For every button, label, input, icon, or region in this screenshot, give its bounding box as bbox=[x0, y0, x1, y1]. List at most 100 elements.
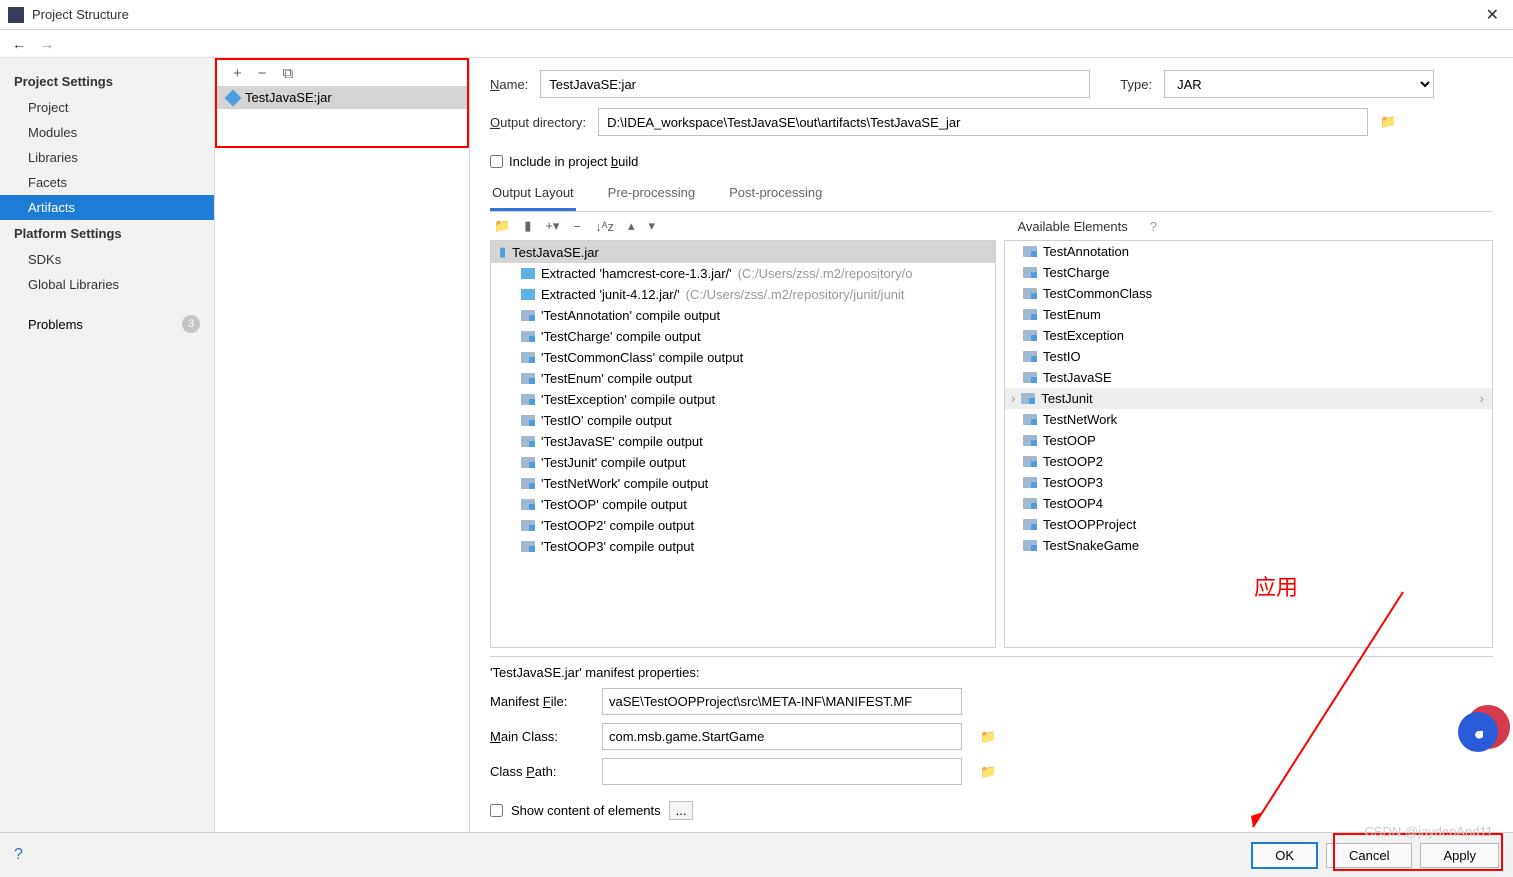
folder-icon bbox=[521, 499, 535, 510]
jar-icon bbox=[225, 89, 242, 106]
sidebar-item-problems[interactable]: Problems 3 bbox=[0, 309, 214, 339]
module-item[interactable]: TestAnnotation bbox=[1005, 241, 1492, 262]
tree-item[interactable]: Extracted 'junit-4.12.jar/' (C:/Users/zs… bbox=[491, 284, 995, 305]
module-icon bbox=[1021, 393, 1035, 404]
move-down-icon[interactable]: ▾ bbox=[648, 218, 655, 234]
module-item[interactable]: TestCharge bbox=[1005, 262, 1492, 283]
class-path-label: Class Path: bbox=[490, 764, 590, 779]
sidebar-item-global-libraries[interactable]: Global Libraries bbox=[0, 272, 214, 297]
sidebar-item-sdks[interactable]: SDKs bbox=[0, 247, 214, 272]
tree-item[interactable]: 'TestIO' compile output bbox=[491, 410, 995, 431]
folder-icon bbox=[521, 373, 535, 384]
tree-item[interactable]: 'TestOOP3' compile output bbox=[491, 536, 995, 557]
app-icon bbox=[8, 7, 24, 23]
module-item[interactable]: TestEnum bbox=[1005, 304, 1492, 325]
name-label: Name: bbox=[490, 77, 528, 92]
module-item[interactable]: TestException bbox=[1005, 325, 1492, 346]
help-icon[interactable]: ? bbox=[14, 846, 23, 864]
module-icon bbox=[1023, 288, 1037, 299]
module-item[interactable]: TestCommonClass bbox=[1005, 283, 1492, 304]
forward-arrow-icon[interactable]: → bbox=[38, 34, 56, 54]
module-icon bbox=[1023, 519, 1037, 530]
tree-item[interactable]: 'TestEnum' compile output bbox=[491, 368, 995, 389]
help-icon[interactable]: ? bbox=[1150, 219, 1157, 234]
close-icon[interactable]: ✕ bbox=[1480, 5, 1505, 25]
new-archive-icon[interactable]: ▮ bbox=[524, 218, 531, 234]
include-build-checkbox[interactable] bbox=[490, 155, 503, 168]
output-layout-tree[interactable]: ▮ TestJavaSE.jar Extracted 'hamcrest-cor… bbox=[490, 240, 996, 648]
module-item[interactable]: TestOOP4 bbox=[1005, 493, 1492, 514]
folder-icon bbox=[521, 331, 535, 342]
browse-class-path-icon[interactable]: 📁 bbox=[974, 762, 1002, 782]
artifact-list-panel: + − ⧉ TestJavaSE:jar bbox=[215, 58, 470, 832]
class-path-input[interactable] bbox=[602, 758, 962, 785]
main-class-input[interactable] bbox=[602, 723, 962, 750]
tree-item[interactable]: 'TestJavaSE' compile output bbox=[491, 431, 995, 452]
module-item[interactable]: TestIO bbox=[1005, 346, 1492, 367]
browse-main-class-icon[interactable]: 📁 bbox=[974, 727, 1002, 747]
artifact-item[interactable]: TestJavaSE:jar bbox=[217, 86, 467, 109]
folder-icon bbox=[521, 541, 535, 552]
tab-pre-processing[interactable]: Pre-processing bbox=[606, 179, 697, 211]
tree-item[interactable]: Extracted 'hamcrest-core-1.3.jar/' (C:/U… bbox=[491, 263, 995, 284]
module-item[interactable]: ›TestJunit› bbox=[1005, 388, 1492, 409]
module-item[interactable]: TestOOPProject bbox=[1005, 514, 1492, 535]
manifest-title: 'TestJavaSE.jar' manifest properties: bbox=[490, 665, 1493, 680]
tab-output-layout[interactable]: Output Layout bbox=[490, 179, 576, 211]
move-up-icon[interactable]: ▴ bbox=[628, 218, 635, 234]
output-directory-label: Output directory: bbox=[490, 115, 586, 130]
tree-item[interactable]: 'TestOOP2' compile output bbox=[491, 515, 995, 536]
ok-button[interactable]: OK bbox=[1251, 842, 1318, 869]
module-icon bbox=[1023, 309, 1037, 320]
copy-artifact-icon[interactable]: ⧉ bbox=[283, 65, 294, 82]
folder-icon bbox=[521, 352, 535, 363]
cancel-button[interactable]: Cancel bbox=[1326, 843, 1412, 868]
show-content-label: Show content of elements bbox=[511, 803, 661, 818]
artifact-item-label: TestJavaSE:jar bbox=[245, 90, 332, 105]
sort-icon[interactable]: ↓ᴬᴢ bbox=[595, 219, 614, 234]
tree-item[interactable]: 'TestCommonClass' compile output bbox=[491, 347, 995, 368]
sidebar-item-libraries[interactable]: Libraries bbox=[0, 145, 214, 170]
module-icon bbox=[1023, 414, 1037, 425]
tree-root[interactable]: ▮ TestJavaSE.jar bbox=[491, 241, 995, 263]
type-select[interactable]: JAR bbox=[1164, 70, 1434, 98]
module-item[interactable]: TestNetWork bbox=[1005, 409, 1492, 430]
module-icon bbox=[1023, 540, 1037, 551]
archive-icon: ▮ bbox=[499, 244, 506, 260]
module-item[interactable]: TestOOP2 bbox=[1005, 451, 1492, 472]
module-item[interactable]: TestOOP bbox=[1005, 430, 1492, 451]
back-arrow-icon[interactable]: ← bbox=[10, 34, 28, 54]
sidebar-item-project[interactable]: Project bbox=[0, 95, 214, 120]
sidebar-item-facets[interactable]: Facets bbox=[0, 170, 214, 195]
module-item[interactable]: TestSnakeGame bbox=[1005, 535, 1492, 556]
module-item[interactable]: TestJavaSE bbox=[1005, 367, 1492, 388]
show-content-config-button[interactable]: ... bbox=[669, 801, 694, 820]
new-folder-icon[interactable]: 📁 bbox=[494, 218, 510, 234]
folder-icon bbox=[521, 457, 535, 468]
apply-button[interactable]: Apply bbox=[1420, 843, 1499, 868]
add-copy-icon[interactable]: +▾ bbox=[545, 218, 559, 234]
watermark: CSDN @jaydenAnd11 bbox=[1364, 824, 1493, 839]
available-elements-label: Available Elements bbox=[1017, 219, 1467, 234]
output-directory-input[interactable] bbox=[598, 108, 1368, 136]
show-content-checkbox[interactable] bbox=[490, 804, 503, 817]
browse-output-icon[interactable]: 📁 bbox=[1380, 114, 1396, 130]
folder-icon bbox=[521, 436, 535, 447]
tree-item[interactable]: 'TestJunit' compile output bbox=[491, 452, 995, 473]
tab-post-processing[interactable]: Post-processing bbox=[727, 179, 824, 211]
remove-item-icon[interactable]: − bbox=[573, 219, 581, 234]
tree-item[interactable]: 'TestException' compile output bbox=[491, 389, 995, 410]
name-input[interactable] bbox=[540, 70, 1090, 98]
sidebar-item-modules[interactable]: Modules bbox=[0, 120, 214, 145]
manifest-file-input[interactable] bbox=[602, 688, 962, 715]
tree-item[interactable]: 'TestCharge' compile output bbox=[491, 326, 995, 347]
remove-artifact-icon[interactable]: − bbox=[258, 65, 267, 82]
module-item[interactable]: TestOOP3 bbox=[1005, 472, 1492, 493]
tree-item[interactable]: 'TestNetWork' compile output bbox=[491, 473, 995, 494]
available-elements-tree[interactable]: TestAnnotationTestChargeTestCommonClassT… bbox=[1004, 240, 1493, 648]
tree-item[interactable]: 'TestAnnotation' compile output bbox=[491, 305, 995, 326]
sidebar-item-artifacts[interactable]: Artifacts bbox=[0, 195, 214, 220]
add-artifact-icon[interactable]: + bbox=[233, 65, 242, 82]
tree-item[interactable]: 'TestOOP' compile output bbox=[491, 494, 995, 515]
module-icon bbox=[1023, 456, 1037, 467]
